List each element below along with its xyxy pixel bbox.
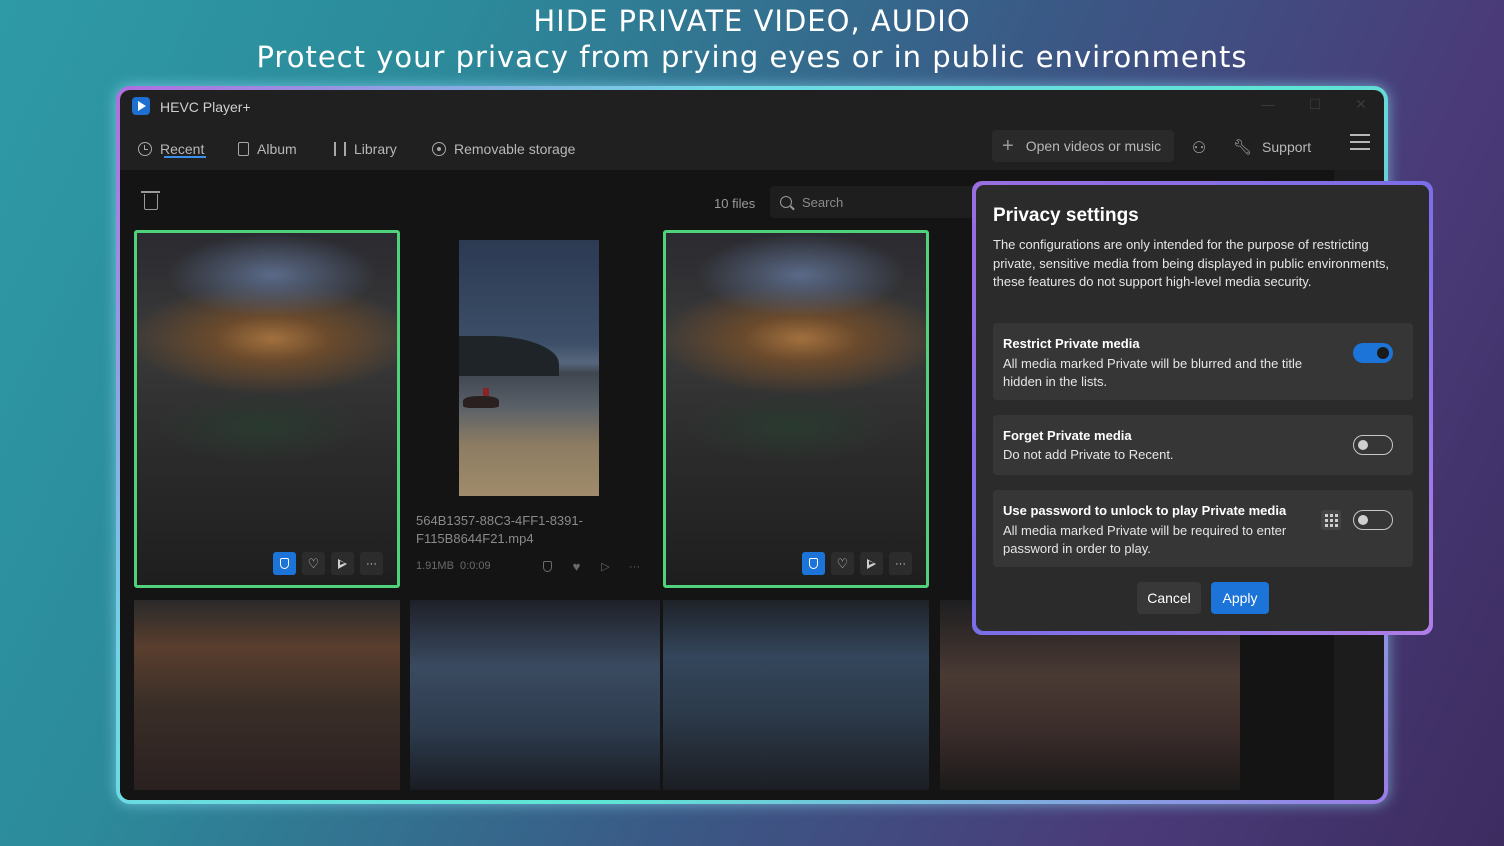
file-name: 564B1357-88C3-4FF1-8391-F115B8644F21.mp4 — [416, 513, 583, 546]
maximize-button[interactable]: ☐ — [1303, 96, 1327, 116]
more-button[interactable]: ··· — [623, 555, 646, 578]
plus-icon: + — [1002, 134, 1014, 157]
search-placeholder: Search — [802, 194, 844, 210]
trash-icon[interactable] — [141, 191, 160, 210]
file-size: 1.91MB — [416, 560, 454, 572]
blurred-thumbnail — [137, 233, 397, 585]
heart-icon: ♡ — [307, 555, 320, 571]
minimize-button[interactable]: — — [1256, 96, 1280, 116]
keypad-icon[interactable] — [1321, 510, 1341, 530]
play-button[interactable] — [331, 552, 354, 575]
media-card-row2-1[interactable] — [134, 600, 400, 790]
setting-forget-private: Forget Private media Do not add Private … — [993, 415, 1413, 475]
restrict-private-toggle[interactable] — [1353, 343, 1393, 363]
media-card-row2-2[interactable] — [410, 600, 660, 790]
setting-description: All media marked Private will be require… — [1003, 523, 1287, 556]
more-icon: ··· — [895, 557, 906, 570]
file-duration: 0:0:09 — [460, 560, 491, 572]
app-logo-icon — [132, 97, 150, 115]
nav-label-removable-storage: Removable storage — [454, 141, 576, 157]
apply-button[interactable]: Apply — [1211, 582, 1269, 614]
private-toggle-button[interactable] — [273, 552, 296, 575]
nav-item-album[interactable]: Album — [238, 138, 297, 160]
heart-filled-icon: ♥ — [572, 559, 581, 574]
search-input[interactable]: Search — [770, 186, 990, 218]
menu-icon[interactable] — [1350, 134, 1370, 150]
forget-private-toggle[interactable] — [1353, 435, 1393, 455]
shield-icon — [809, 558, 818, 569]
user-settings-icon[interactable]: ⚇ — [1190, 138, 1208, 157]
favorite-button[interactable]: ♥ — [565, 555, 588, 578]
nav-label-album: Album — [257, 141, 297, 157]
cancel-button[interactable]: Cancel — [1137, 582, 1201, 614]
setting-password-unlock: Use password to unlock to play Private m… — [993, 490, 1413, 567]
setting-title: Restrict Private media — [1003, 336, 1140, 351]
privacy-settings-dialog: Privacy settings The configurations are … — [976, 185, 1429, 631]
wrench-icon: 🔧︎ — [1233, 139, 1253, 156]
setting-description: All media marked Private will be blurred… — [1003, 356, 1303, 389]
card-actions-plain: ♥ ▷ ··· — [536, 555, 646, 578]
thumbnail-hill — [459, 336, 559, 376]
more-icon: ··· — [366, 557, 377, 570]
password-unlock-toggle[interactable] — [1353, 510, 1393, 530]
play-button[interactable] — [860, 552, 883, 575]
open-media-label: Open videos or music — [1025, 138, 1162, 154]
media-card-row2-3[interactable] — [663, 600, 929, 790]
promo-title: HIDE PRIVATE VIDEO, AUDIO — [533, 4, 971, 38]
dialog-description: The configurations are only intended for… — [993, 237, 1389, 289]
nav-bar: Recent Album Library Removable storage +… — [120, 124, 1384, 170]
nav-label-recent: Recent — [160, 141, 205, 157]
app-title: HEVC Player+ — [160, 99, 251, 115]
album-icon — [238, 142, 249, 156]
close-button[interactable]: ✕ — [1349, 96, 1373, 116]
more-button[interactable]: ··· — [889, 552, 912, 575]
dialog-title: Privacy settings — [993, 205, 1139, 226]
heart-icon: ♡ — [836, 555, 849, 571]
more-button[interactable]: ··· — [360, 552, 383, 575]
promo-subtitle: Protect your privacy from prying eyes or… — [256, 40, 1248, 74]
media-card-private-2[interactable]: ♡ ··· — [663, 230, 929, 588]
clock-icon — [138, 142, 152, 156]
play-button[interactable]: ▷ — [594, 555, 617, 578]
blurred-thumbnail — [666, 233, 926, 585]
play-icon: ▷ — [601, 561, 610, 573]
play-icon — [867, 558, 876, 569]
title-bar: HEVC Player+ — ☐ ✕ — [120, 90, 1384, 124]
support-button[interactable]: 🔧︎ Support — [1233, 138, 1311, 156]
favorite-button[interactable]: ♡ — [302, 552, 325, 575]
private-toggle-button[interactable] — [802, 552, 825, 575]
more-icon: ··· — [629, 560, 640, 573]
card-actions: ♡ ··· — [802, 552, 912, 575]
nav-item-library[interactable]: Library — [334, 138, 397, 160]
card-actions: ♡ ··· — [273, 552, 383, 575]
media-card-private-1[interactable]: ♡ ··· — [134, 230, 400, 588]
setting-restrict-private: Restrict Private media All media marked … — [993, 323, 1413, 400]
play-icon — [338, 558, 347, 569]
shield-icon — [543, 561, 552, 572]
active-tab-indicator — [164, 156, 206, 158]
setting-title: Forget Private media — [1003, 428, 1132, 443]
library-icon — [334, 142, 346, 156]
thumbnail-jetski — [463, 388, 499, 408]
nav-item-removable-storage[interactable]: Removable storage — [432, 138, 575, 160]
setting-description: Do not add Private to Recent. — [1003, 447, 1174, 462]
open-media-button[interactable]: + Open videos or music — [992, 130, 1174, 162]
nav-label-library: Library — [354, 141, 397, 157]
search-icon — [780, 196, 792, 208]
shield-icon — [280, 558, 289, 569]
file-count: 10 files — [714, 196, 756, 211]
file-meta: 1.91MB 0:0:09 — [416, 560, 491, 572]
setting-title: Use password to unlock to play Private m… — [1003, 503, 1287, 518]
disk-icon — [432, 142, 446, 156]
media-thumbnail-beach[interactable] — [459, 240, 599, 496]
support-label: Support — [1262, 139, 1312, 155]
favorite-button[interactable]: ♡ — [831, 552, 854, 575]
private-toggle-button[interactable] — [536, 555, 559, 578]
